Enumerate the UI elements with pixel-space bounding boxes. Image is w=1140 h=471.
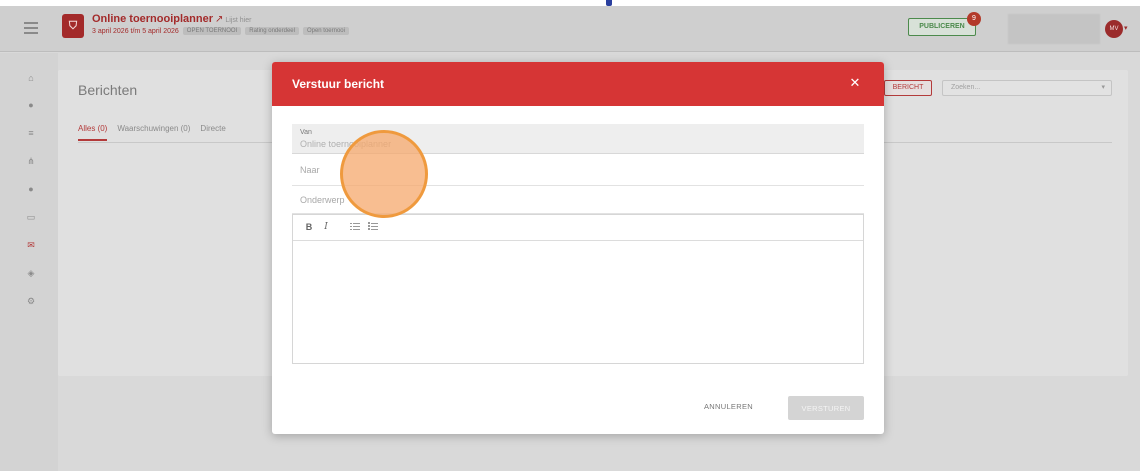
list-icon[interactable]: ≡	[26, 128, 36, 138]
profile-box	[1008, 14, 1100, 44]
from-label: Van	[300, 129, 312, 136]
avatar[interactable]: MV	[1105, 20, 1123, 38]
editor-toolbar: B I	[293, 215, 863, 241]
monitor-icon[interactable]: ▭	[26, 212, 36, 222]
menu-icon[interactable]	[24, 22, 38, 34]
chevron-down-icon[interactable]: ▾	[1101, 81, 1105, 95]
app-title-text[interactable]: Online toernooiplanner	[92, 13, 213, 25]
close-icon[interactable]: ✕	[848, 75, 862, 91]
bold-button[interactable]: B	[303, 222, 315, 232]
publish-count-badge: 9	[967, 12, 981, 26]
italic-button[interactable]: I	[320, 222, 332, 232]
search-select[interactable]: Zoeken... ▾	[942, 80, 1112, 96]
status-pill: OPEN TOERNOOI	[182, 27, 242, 35]
subject-field[interactable]	[292, 186, 864, 214]
tab-all[interactable]: Alles (0)	[78, 124, 108, 141]
bullet-list-icon[interactable]	[349, 222, 361, 233]
chevron-down-icon[interactable]: ▾	[1124, 24, 1128, 32]
from-value: Online toernooiplanner	[300, 139, 392, 149]
from-field: Van Online toernooiplanner	[292, 124, 864, 154]
publish-button[interactable]: PUBLICEREN	[908, 18, 976, 36]
app-header: ⛉ Online toernooiplanner ↗ Lijst hier 3 ap…	[0, 6, 1140, 52]
cancel-button[interactable]: ANNULEREN	[704, 402, 753, 411]
to-input[interactable]	[292, 154, 864, 185]
tournament-subline: 3 april 2026 t/m 5 april 2026 OPEN TOERN…	[92, 27, 349, 35]
shield-logo-icon: ⛉	[62, 14, 84, 38]
new-message-button[interactable]: BERICHT	[884, 80, 932, 96]
send-button[interactable]: VERSTUREN	[788, 396, 864, 420]
sidebar: ⌂ ● ≡ ⋔ ● ▭ ✉ ◈ ⚙	[0, 53, 58, 471]
page-title: Berichten	[78, 82, 138, 98]
tab-warnings[interactable]: Waarschuwingen (0)	[117, 124, 190, 141]
title-tag: Lijst hier	[225, 17, 252, 24]
dialog-header: Verstuur bericht ✕	[272, 62, 884, 106]
tag-icon[interactable]: ◈	[26, 268, 36, 278]
external-link-icon[interactable]: ↗	[215, 14, 223, 25]
globe-icon[interactable]: ●	[26, 184, 36, 194]
tree-icon[interactable]: ⋔	[26, 156, 36, 166]
subject-input[interactable]	[292, 186, 864, 213]
status-pill: Rating onderdeel	[245, 27, 299, 35]
numbered-list-icon[interactable]	[367, 222, 379, 233]
message-body-editor[interactable]	[293, 241, 863, 363]
search-placeholder: Zoeken...	[951, 84, 981, 91]
app-title[interactable]: Online toernooiplanner ↗ Lijst hier	[92, 13, 251, 25]
mail-icon[interactable]: ✉	[26, 240, 36, 250]
message-tabs: Alles (0) Waarschuwingen (0) Directe	[78, 124, 226, 141]
gear-icon[interactable]: ⚙	[26, 296, 36, 306]
to-field[interactable]	[292, 154, 864, 186]
tab-direct[interactable]: Directe	[200, 124, 225, 141]
message-editor: B I	[292, 214, 864, 364]
home-icon[interactable]: ⌂	[26, 73, 36, 83]
users-icon[interactable]: ●	[26, 100, 36, 110]
date-range: 3 april 2026 t/m 5 april 2026	[92, 27, 179, 35]
status-pill: Open toernooi	[302, 27, 349, 35]
send-message-dialog: Verstuur bericht ✕ Van Online toernooipl…	[272, 62, 884, 434]
dialog-title: Verstuur bericht	[292, 77, 385, 91]
